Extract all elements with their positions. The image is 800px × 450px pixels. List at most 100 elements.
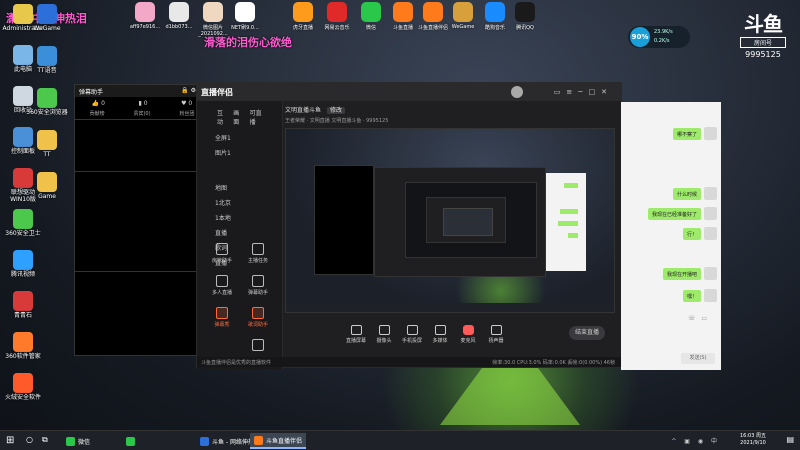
desktop-icon[interactable]: 360安全卫士 — [2, 209, 44, 238]
system-tray[interactable]: ^ ▣ ◉ 中 — [671, 436, 720, 445]
preview-bubble — [568, 233, 578, 238]
tool-button[interactable]: 主播任务 — [243, 243, 273, 264]
scene-item[interactable]: 1本地 — [197, 210, 282, 225]
app-icon — [254, 435, 263, 445]
avatar[interactable] — [704, 127, 717, 140]
desktop-icon[interactable]: 腾讯QQ — [508, 2, 542, 31]
desktop-icon[interactable]: aff97e916... — [128, 2, 162, 30]
app-icon — [361, 2, 381, 22]
desktop-icon[interactable]: WeGame — [26, 4, 68, 33]
taskbar-item[interactable]: 微信 — [62, 433, 94, 449]
tool-icon — [216, 243, 228, 255]
stream-preview[interactable] — [285, 128, 615, 313]
tool-button[interactable]: 弹幕助手 — [243, 275, 273, 296]
desktop-icon-label: Game — [38, 193, 56, 200]
scene-item[interactable]: 直播 — [197, 225, 282, 240]
message-icon[interactable]: ▭ — [554, 88, 567, 96]
tool-button[interactable]: 歌词助手 — [243, 307, 273, 328]
app-icon — [13, 373, 33, 393]
desktop-icon[interactable]: 斗鱼直播 — [386, 2, 420, 31]
media-button[interactable]: 扬声器 — [479, 325, 513, 344]
desktop-icon-label: aff97e916... — [129, 24, 161, 30]
desktop-icon[interactable]: TT语音 — [26, 46, 68, 75]
desktop-icon[interactable]: NET刷9.0... — [228, 2, 262, 31]
clock[interactable]: 16:03 周五 2021/9/10 — [740, 433, 766, 446]
menu-icon[interactable]: ≡ — [566, 88, 578, 96]
sidebar-tab[interactable]: 互动 — [217, 108, 225, 126]
chat-message: 我现在已经准备好了 — [647, 208, 701, 220]
taskbar-item-label: 斗鱼直播伴侣 — [266, 437, 303, 445]
desktop-icon[interactable]: 微信图片_2021092... — [196, 2, 230, 37]
avatar[interactable] — [511, 86, 523, 98]
wechat-chat-panel: ☏▭ 发送(S) 哪不察了 什么时候 我现在已经准备好了 行！ 我现在开播吧 嘿！ — [621, 102, 721, 370]
lock-icon[interactable]: 🔒 — [181, 87, 190, 94]
chat-message: 哪不察了 — [672, 128, 701, 140]
desktop-icon[interactable]: 360安全浏览器 — [26, 88, 68, 117]
tool-button[interactable]: 多人直播 — [207, 275, 237, 296]
tool-button[interactable]: 弹幕秀 — [207, 307, 237, 328]
avatar[interactable] — [704, 227, 717, 240]
send-button[interactable]: 发送(S) — [681, 353, 715, 364]
tool-button[interactable] — [243, 339, 273, 353]
desktop-icon[interactable]: TT — [26, 130, 68, 159]
chat-message: 什么时候 — [672, 188, 701, 200]
scene-item[interactable]: 地图 — [197, 180, 282, 195]
tab-contribution[interactable]: 贡献榜 — [89, 110, 104, 117]
avatar[interactable] — [704, 187, 717, 200]
desktop-icon[interactable]: 火绒安全软件 — [2, 373, 44, 402]
tool-icon — [252, 243, 264, 255]
windows-taskbar: ⊞ ○ ⧉ ^ ▣ ◉ 中 16:03 周五 2021/9/10 ▤ 微信 斗鱼 … — [0, 430, 800, 450]
phone-icon[interactable]: ☏ — [688, 315, 702, 322]
taskbar-item[interactable]: 斗鱼直播伴侣 — [250, 433, 307, 449]
desktop-icon-label: 360安全浏览器 — [26, 109, 68, 116]
scene-item[interactable]: 1北京 — [197, 195, 282, 210]
minimize-icon[interactable]: ─ — [578, 88, 588, 96]
tab-fans[interactable]: 粉丝团 — [179, 110, 194, 117]
chat-message: 我现在开播吧 — [662, 268, 701, 280]
search-icon[interactable]: ○ — [26, 435, 33, 444]
task-view-icon[interactable]: ⧉ — [42, 435, 48, 445]
notification-icon[interactable]: ▤ — [786, 435, 794, 444]
taskbar-item[interactable] — [122, 433, 142, 449]
tool-label: 房管助手 — [211, 258, 232, 264]
desktop-icon[interactable]: 网易云音乐 — [320, 2, 354, 31]
scene-item[interactable] — [197, 160, 282, 170]
tool-button[interactable]: 房管助手 — [207, 243, 237, 264]
maximize-icon[interactable]: □ — [589, 88, 602, 96]
close-icon[interactable]: ✕ — [601, 88, 613, 96]
video-icon[interactable]: ▭ — [701, 315, 713, 322]
logo-text: 斗鱼 — [744, 12, 783, 36]
sidebar-tab[interactable]: 画面 — [233, 108, 241, 126]
streamer-app-window: 直播伴侣 ▭≡─□✕ 互动 画面 可直播 全屏1 图片1 地图 1北京 1本地 直播 歌词 直播 … — [196, 82, 622, 369]
desktop-icon[interactable]: Game — [26, 172, 68, 201]
tab-vip[interactable]: 贵宾(0) — [133, 110, 150, 117]
avatar[interactable] — [704, 289, 717, 302]
scene-item[interactable] — [197, 170, 282, 180]
avatar[interactable] — [704, 207, 717, 220]
desktop-icon[interactable]: 斗鱼直播伴侣 — [416, 2, 450, 31]
edit-title-button[interactable]: 修改 — [326, 107, 345, 114]
scene-item[interactable]: 全屏1 — [197, 130, 282, 145]
sidebar-tab[interactable]: 可直播 — [250, 108, 262, 126]
desktop-icon[interactable]: 青青石 — [2, 291, 44, 320]
tool-icon — [216, 307, 228, 319]
end-stream-button[interactable]: 结束直播 — [569, 326, 605, 340]
avatar[interactable] — [704, 267, 717, 280]
stat-thumb: 👍 0 — [91, 100, 105, 107]
media-toolbar: 结束直播 直播屏幕 摄像头 手机投屏 多媒体 麦克风 扬声器 — [285, 319, 615, 353]
desktop-icon[interactable]: 酷狗音乐 — [478, 2, 512, 31]
desktop-icon[interactable]: 360软件管家 — [2, 332, 44, 361]
network-speed-widget[interactable]: 90% 23.9K/s 0.2K/s — [628, 26, 690, 48]
desktop-icon[interactable]: 虎牙直播 — [286, 2, 320, 31]
start-button[interactable]: ⊞ — [6, 435, 14, 446]
app-icon — [13, 332, 33, 352]
desktop-icon[interactable]: WeGame — [446, 2, 480, 30]
desktop-icon[interactable]: 微信 — [354, 2, 388, 31]
scene-item[interactable]: 图片1 — [197, 145, 282, 160]
tool-label: 弹幕秀 — [214, 322, 230, 328]
desktop-icon-label: 斗鱼直播 — [392, 25, 413, 31]
desktop-icon-label: 虎牙直播 — [292, 25, 313, 31]
app-sidebar: 互动 画面 可直播 全屏1 图片1 地图 1北京 1本地 直播 歌词 直播 房管助手 主播任务 多人直… — [197, 101, 283, 369]
desktop-icon[interactable]: d1bb073... — [162, 2, 196, 30]
desktop-icon[interactable]: 腾讯视频 — [2, 250, 44, 279]
